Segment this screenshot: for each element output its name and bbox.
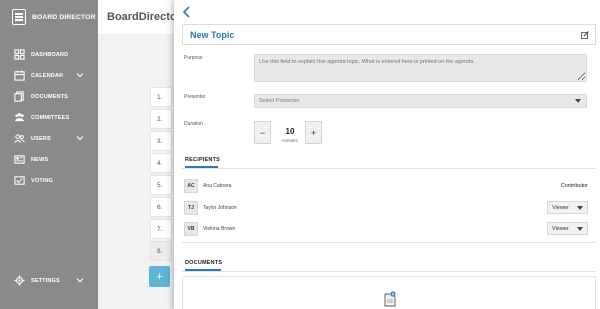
section-divider — [182, 168, 596, 169]
sidebar-item-label: VOTING — [31, 177, 54, 184]
sidebar-item-dashboard[interactable]: DASHBOARD — [0, 44, 98, 65]
agenda-number[interactable]: 2. — [150, 109, 172, 129]
agenda-number[interactable]: 5. — [150, 175, 172, 195]
sidebar-item-calendar[interactable]: CALENDAR — [0, 65, 98, 86]
agenda-number[interactable]: 3. — [150, 131, 172, 151]
agenda-number-list: 1. 2. 3. 4. 5. 6. 7. 8. — [150, 87, 172, 263]
recipients-tab[interactable]: RECIPIENTS — [185, 157, 220, 163]
sidebar-item-label: SETTINGS — [31, 277, 60, 284]
edit-icon[interactable] — [581, 31, 589, 39]
sidebar-settings: SETTINGS — [0, 270, 98, 291]
sidebar-item-committees[interactable]: COMMITTEES — [0, 107, 98, 128]
agenda-number[interactable]: 6. — [150, 197, 172, 217]
gear-icon — [13, 275, 25, 287]
sidebar-item-label: DASHBOARD — [31, 51, 69, 58]
topic-title-field[interactable]: New Topic — [182, 24, 596, 45]
recipient-role-value: Viewer — [552, 204, 569, 211]
news-icon — [13, 154, 25, 166]
duration-decrement-button[interactable]: − — [254, 121, 271, 144]
chevron-down-icon[interactable] — [76, 71, 84, 79]
avatar: TJ — [184, 201, 198, 215]
avatar: VB — [184, 222, 198, 236]
section-divider — [182, 242, 596, 243]
sidebar-item-news[interactable]: NEWS — [0, 149, 98, 170]
sidebar-item-label: DOCUMENTS — [31, 93, 68, 100]
board-director-logo-icon — [12, 9, 26, 25]
caret-down-icon — [577, 227, 583, 231]
brand-name: BOARD DIRECTOR — [32, 13, 96, 21]
caret-down-icon — [577, 206, 583, 210]
voting-icon — [13, 175, 25, 187]
presenter-label: Presenter — [184, 94, 206, 100]
purpose-textarea[interactable] — [254, 54, 587, 82]
chevron-down-icon[interactable] — [76, 134, 84, 142]
recipient-row: VB Vielona Brown Viewer — [184, 220, 596, 238]
sidebar-item-settings[interactable]: SETTINGS — [0, 270, 98, 291]
back-arrow-icon[interactable] — [182, 6, 192, 18]
add-topic-button[interactable]: + — [149, 266, 170, 287]
agenda-number[interactable]: 8. — [150, 241, 172, 261]
recipient-role-select[interactable]: Viewer — [547, 222, 588, 235]
sidebar-item-label: COMMITTEES — [31, 114, 70, 121]
sidebar-item-voting[interactable]: VOTING — [0, 170, 98, 191]
documents-dropzone[interactable] — [182, 276, 596, 309]
duration-increment-button[interactable]: + — [305, 121, 322, 144]
topic-title: New Topic — [190, 29, 235, 40]
recipient-role: Contributor — [560, 183, 588, 189]
sidebar-nav: DASHBOARD CALENDAR DOCUMENTS COMMITTEES — [0, 44, 98, 191]
recipient-role-select[interactable]: Viewer — [547, 201, 588, 214]
add-document-icon — [384, 291, 396, 307]
recipient-row: TJ Taylor Johnson Viewer — [184, 199, 596, 217]
agenda-number[interactable]: 7. — [150, 219, 172, 239]
brand[interactable]: BOARD DIRECTOR — [0, 0, 98, 34]
duration-label: Duration — [184, 121, 203, 127]
sidebar-item-documents[interactable]: DOCUMENTS — [0, 86, 98, 107]
caret-down-icon — [575, 99, 581, 103]
recipient-name: Taylor Johnson — [203, 205, 237, 211]
agenda-number[interactable]: 4. — [150, 153, 172, 173]
new-topic-panel: New Topic Purpose Presenter Select Prese… — [174, 0, 600, 309]
purpose-label: Purpose — [184, 55, 203, 61]
sidebar-item-label: NEWS — [31, 156, 49, 163]
sidebar-item-label: CALENDAR — [31, 72, 64, 79]
sidebar-item-users[interactable]: USERS — [0, 128, 98, 149]
presenter-select-value: Select Presenter — [259, 98, 300, 104]
agenda-number[interactable]: 1. — [150, 87, 172, 107]
recipient-role-value: Viewer — [552, 225, 569, 232]
documents-icon — [13, 91, 25, 103]
users-icon — [13, 133, 25, 145]
calendar-icon — [13, 70, 25, 82]
recipient-name: Vielona Brown — [203, 226, 236, 232]
page-title: BoardDirector — [107, 11, 181, 23]
avatar: AC — [184, 179, 198, 193]
recipient-name: Ana Cabrera — [203, 183, 232, 189]
duration-value: 10 — [285, 127, 295, 136]
recipient-row: AC Ana Cabrera Contributor — [184, 177, 596, 195]
presenter-select[interactable]: Select Presenter — [254, 94, 587, 108]
duration-unit: minutes — [282, 138, 298, 143]
committees-icon — [13, 112, 25, 124]
documents-tab[interactable]: DOCUMENTS — [185, 260, 222, 266]
sidebar-item-label: USERS — [31, 135, 51, 142]
chevron-down-icon[interactable] — [76, 276, 84, 284]
sidebar: BOARD DIRECTOR DASHBOARD CALENDAR DOCUME… — [0, 0, 98, 309]
section-divider — [182, 271, 596, 272]
dashboard-icon — [13, 49, 25, 61]
